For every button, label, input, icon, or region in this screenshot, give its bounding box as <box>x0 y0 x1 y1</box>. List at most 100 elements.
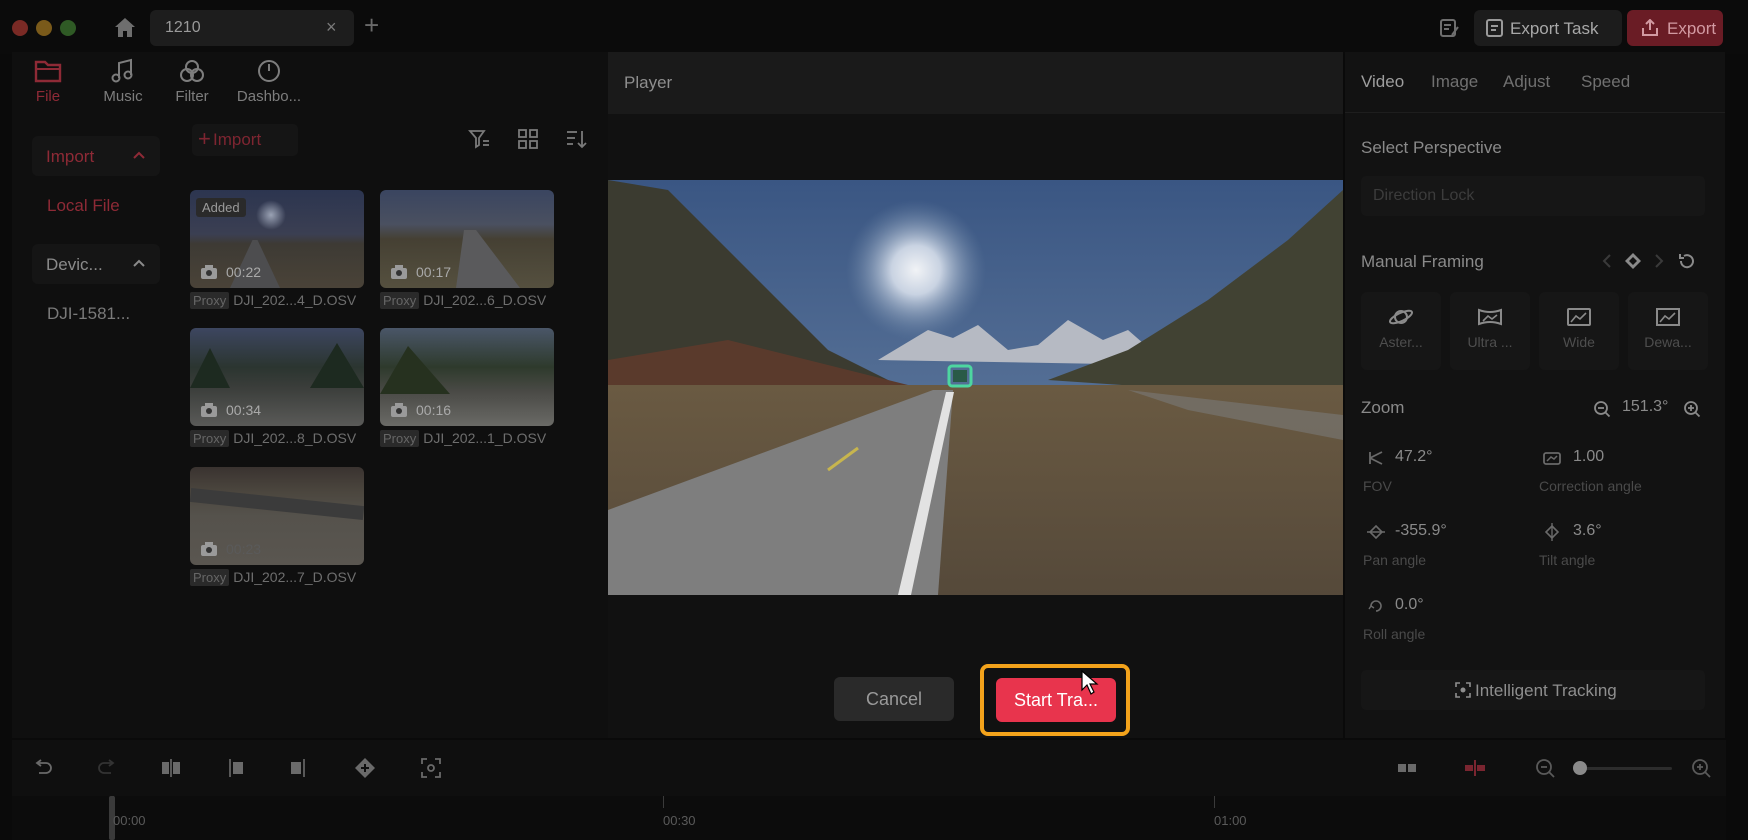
add-keyframe-icon[interactable] <box>354 757 376 779</box>
roll-icon <box>1368 600 1382 612</box>
camera-360-icon <box>201 265 217 279</box>
redo-icon[interactable] <box>96 757 118 779</box>
intelligent-tracking-label: Intelligent Tracking <box>1475 681 1617 700</box>
camera-360-icon <box>391 265 407 279</box>
added-badge: Added <box>196 198 246 217</box>
feedback-icon[interactable] <box>1438 17 1460 39</box>
timeline-zoom-slider[interactable] <box>1580 767 1672 770</box>
grid-view-icon[interactable] <box>517 128 539 150</box>
task-list-icon <box>1486 19 1503 37</box>
filter-sort-icon[interactable] <box>468 128 490 150</box>
maximize-window-button[interactable] <box>60 20 76 36</box>
add-tab-button[interactable]: + <box>364 12 379 38</box>
cancel-button[interactable]: Cancel <box>834 677 954 721</box>
tab-adjust[interactable]: Adjust <box>1503 72 1550 92</box>
close-tab-icon[interactable]: × <box>326 17 337 38</box>
zoom-in-icon[interactable] <box>1683 400 1701 418</box>
direction-lock-select[interactable]: Direction Lock <box>1361 176 1705 216</box>
tab-speed[interactable]: Speed <box>1581 72 1630 92</box>
fov-value[interactable]: 47.2° <box>1395 448 1433 466</box>
nav-file[interactable]: File <box>28 58 68 114</box>
perspective-asteroid[interactable]: Aster... <box>1361 292 1441 370</box>
nav-filter[interactable]: Filter <box>172 58 212 114</box>
proxy-tag: Proxy <box>190 292 230 309</box>
media-thumbnail[interactable]: Added 00:22 <box>190 190 364 288</box>
import-button-label: Import <box>213 130 262 149</box>
pan-value[interactable]: -355.9° <box>1395 522 1447 540</box>
trim-start-icon[interactable] <box>224 757 246 779</box>
export-label: Export <box>1667 19 1717 38</box>
tracking-icon <box>1455 682 1471 698</box>
tab-image[interactable]: Image <box>1431 72 1478 92</box>
import-group-label: Import <box>46 147 95 166</box>
app-window: 1210 × + Export Task Export File Music F… <box>0 0 1748 840</box>
perspective-wide[interactable]: Wide <box>1539 292 1619 370</box>
intelligent-tracking-button[interactable]: Intelligent Tracking <box>1361 670 1705 710</box>
timeline-ruler[interactable]: 00:00 00:30 01:00 <box>12 796 1726 840</box>
correction-icon <box>1543 452 1561 465</box>
link-clips-icon[interactable] <box>1464 757 1486 779</box>
nav-music[interactable]: Music <box>96 58 150 114</box>
roll-value[interactable]: 0.0° <box>1395 596 1424 614</box>
trim-end-icon[interactable] <box>288 757 310 779</box>
home-icon[interactable] <box>113 16 137 38</box>
zoom-value[interactable]: 151.3° <box>1622 398 1668 416</box>
plus-icon: + <box>198 126 211 151</box>
nav-dashboard[interactable]: Dashbo... <box>232 58 306 114</box>
video-preview[interactable] <box>608 180 1343 595</box>
nav-file-label: File <box>35 88 61 105</box>
keyframe-diamond-icon[interactable] <box>1623 251 1643 271</box>
local-file-item[interactable]: Local File <box>47 196 120 216</box>
camera-360-icon <box>201 403 217 417</box>
planet-icon <box>1388 309 1414 325</box>
split-icon[interactable] <box>160 757 182 779</box>
camera-360-icon <box>391 403 407 417</box>
nav-dashboard-label: Dashbo... <box>236 88 302 105</box>
pan-icon <box>1367 524 1385 540</box>
clip-duration: 00:22 <box>226 264 262 280</box>
timeline-zoom-out-icon[interactable] <box>1534 757 1556 779</box>
manual-framing-title: Manual Framing <box>1361 252 1484 271</box>
sort-icon[interactable] <box>565 128 587 150</box>
export-task-button[interactable]: Export Task <box>1474 10 1622 46</box>
clip-name: Proxy DJI_202...4_D.OSV <box>190 292 370 312</box>
import-group[interactable]: Import <box>32 136 160 176</box>
wide-icon <box>1567 308 1591 326</box>
timeline-zoom-in-icon[interactable] <box>1690 757 1712 779</box>
reset-icon[interactable] <box>1677 251 1697 271</box>
filter-circles-icon <box>180 60 204 82</box>
clip-duration: 00:17 <box>416 264 452 280</box>
tracking-frame-icon[interactable] <box>420 757 442 779</box>
media-thumbnail[interactable]: 00:16 <box>380 328 554 426</box>
media-thumbnail[interactable]: 00:17 <box>380 190 554 288</box>
media-panel: File Music Filter Dashbo... Import Local… <box>12 52 608 738</box>
gauge-icon <box>258 60 280 82</box>
correction-value[interactable]: 1.00 <box>1573 448 1604 466</box>
proxy-tag: Proxy <box>190 569 230 586</box>
close-window-button[interactable] <box>12 20 28 36</box>
perspective-dewarp[interactable]: Dewa... <box>1628 292 1708 370</box>
import-button[interactable]: + Import <box>192 124 298 156</box>
device-group-label: Devic... <box>46 255 103 274</box>
device-group[interactable]: Devic... <box>32 244 160 284</box>
media-thumbnail[interactable]: 00:34 <box>190 328 364 426</box>
undo-icon[interactable] <box>32 757 54 779</box>
timeline-zoom-handle[interactable] <box>1573 761 1587 775</box>
zoom-out-icon[interactable] <box>1593 400 1611 418</box>
direction-lock-placeholder: Direction Lock <box>1373 187 1475 204</box>
perspective-label: Wide <box>1563 334 1595 350</box>
export-button[interactable]: Export <box>1627 10 1723 46</box>
tilt-value[interactable]: 3.6° <box>1573 522 1602 540</box>
chevron-up-icon <box>133 151 145 159</box>
music-note-icon <box>111 58 133 83</box>
tab-video[interactable]: Video <box>1361 72 1404 92</box>
media-thumbnail[interactable]: 00:23 <box>190 467 364 565</box>
device-item[interactable]: DJI-1581... <box>47 304 130 324</box>
chevron-right-icon[interactable] <box>1649 251 1669 271</box>
perspective-ultra-wide[interactable]: Ultra ... <box>1450 292 1530 370</box>
proxy-tag: Proxy <box>380 430 420 447</box>
chevron-left-icon[interactable] <box>1597 251 1617 271</box>
minimize-window-button[interactable] <box>36 20 52 36</box>
snap-icon[interactable] <box>1396 757 1418 779</box>
project-tab[interactable]: 1210 × <box>150 10 354 46</box>
